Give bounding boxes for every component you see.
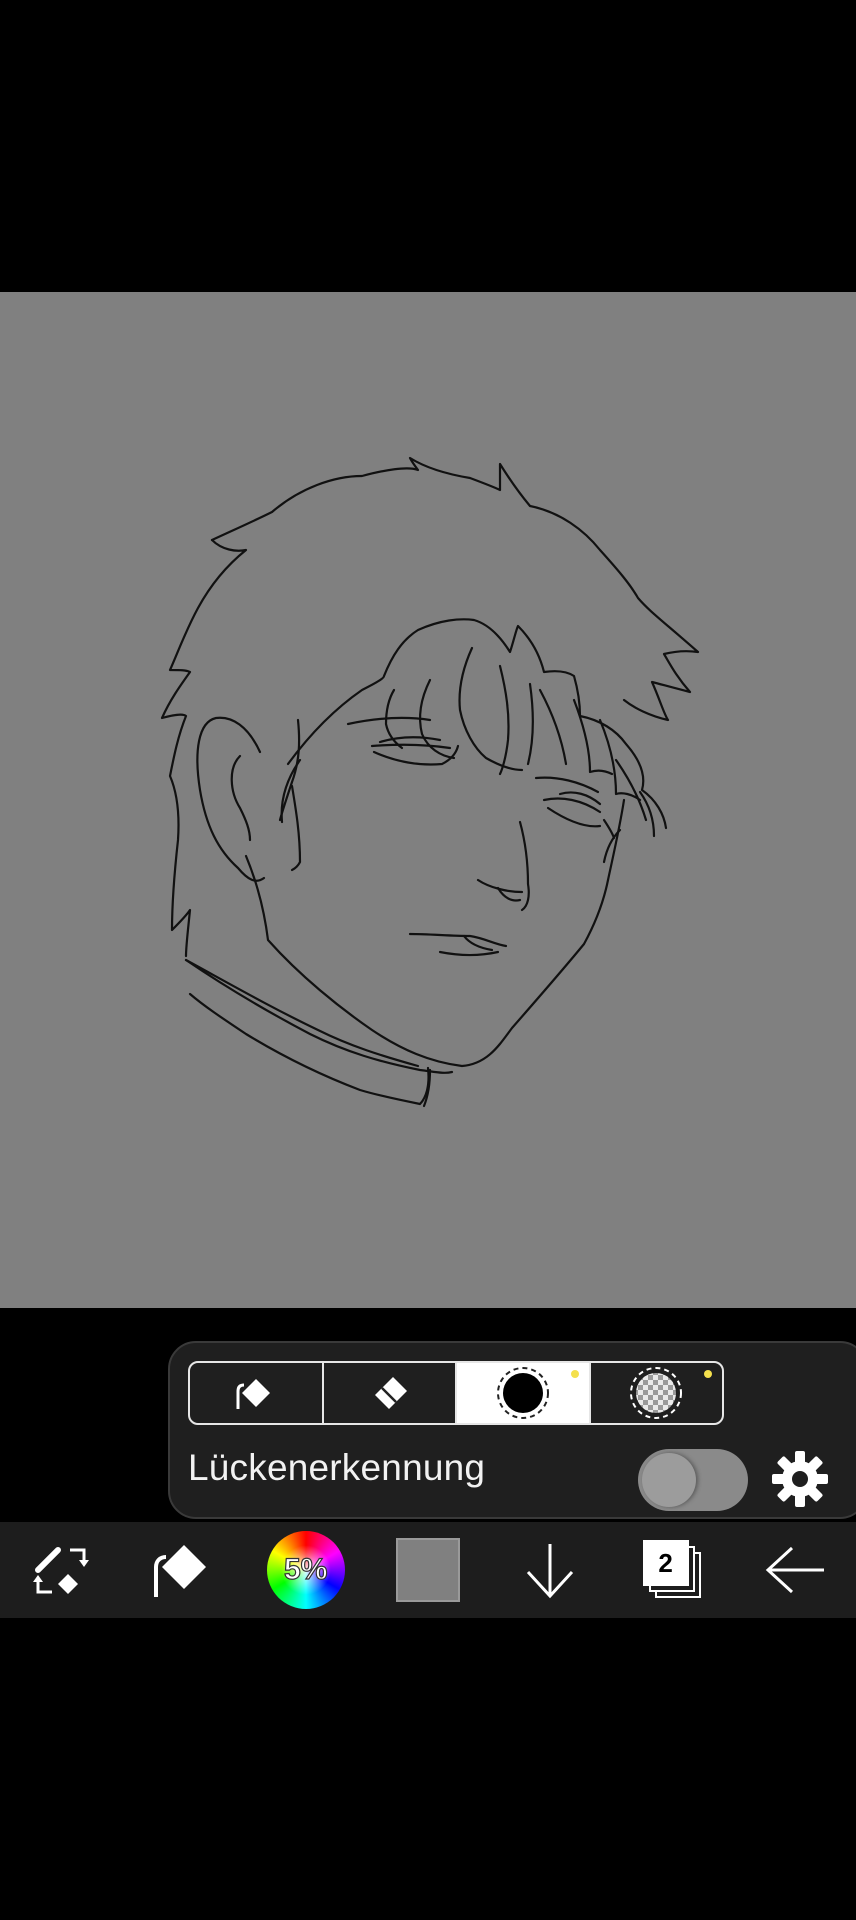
transparent-fill-icon — [630, 1367, 683, 1419]
gear-icon[interactable] — [768, 1447, 832, 1511]
current-color-button[interactable] — [380, 1522, 476, 1618]
black-color-fill-icon — [496, 1367, 549, 1419]
down-arrow-icon — [527, 1544, 574, 1599]
fill-tool-panel: Lückenerkennung — [168, 1341, 856, 1519]
layers-button[interactable]: 2 — [625, 1522, 721, 1618]
color-wheel: 5% — [266, 1531, 345, 1609]
swap-tool-button[interactable] — [13, 1522, 109, 1618]
bottom-toolbar: 5% 2 — [0, 1522, 856, 1618]
sketch-drawing — [160, 456, 700, 1108]
bucket-fill-icon — [154, 1545, 207, 1597]
down-arrow-button[interactable] — [502, 1522, 598, 1618]
layers-icon: 2 — [642, 1540, 703, 1600]
gap-detection-toggle[interactable] — [638, 1449, 748, 1511]
opacity-label: 5% — [283, 1552, 328, 1586]
mode-eraser[interactable] — [324, 1363, 457, 1423]
mode-bucket-fill[interactable] — [190, 1363, 324, 1423]
mode-transparent-fill[interactable] — [591, 1363, 723, 1423]
transparent-mode-indicator-dot — [704, 1370, 712, 1378]
back-button[interactable] — [747, 1522, 843, 1618]
gap-detection-label: Lückenerkennung — [188, 1447, 486, 1488]
fill-mode-indicator-dot — [570, 1370, 579, 1378]
drawing-canvas[interactable] — [0, 292, 856, 1308]
fill-tool-button[interactable] — [135, 1522, 231, 1618]
back-arrow-icon — [765, 1546, 824, 1594]
color-swatch — [395, 1538, 460, 1602]
eraser-icon — [375, 1377, 408, 1409]
bucket-fill-icon — [236, 1379, 270, 1409]
color-picker-button[interactable]: 5% — [258, 1522, 354, 1618]
swap-tool-icon — [33, 1547, 90, 1594]
layer-count: 2 — [642, 1540, 689, 1586]
mode-color-fill[interactable] — [457, 1363, 591, 1423]
fill-mode-selector — [188, 1361, 724, 1425]
toggle-knob — [642, 1453, 696, 1507]
